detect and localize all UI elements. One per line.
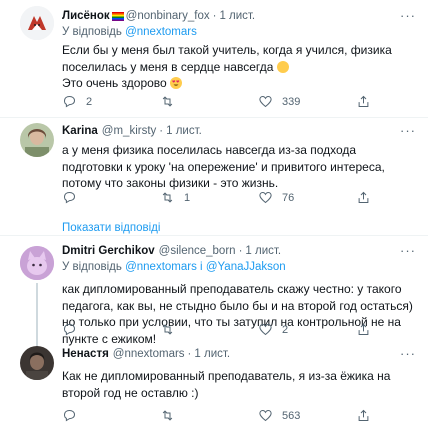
reply-context: У відповідь @nnextomars і @YanaJJakson <box>62 260 416 275</box>
like-button[interactable]: 339 <box>258 94 356 109</box>
like-button[interactable]: 2 <box>258 322 356 337</box>
reply-icon <box>63 95 76 108</box>
nenastya-avatar-image <box>20 346 54 380</box>
share-button[interactable] <box>356 190 380 205</box>
reply-context: У відповідь @nnextomars <box>62 25 416 40</box>
author-name[interactable]: Лисёнок <box>62 9 110 24</box>
heart-icon <box>259 409 272 422</box>
tweet-text: Если бы у меня был такой учитель, когда … <box>62 42 416 92</box>
separator-dot: · <box>238 245 243 257</box>
author-name[interactable]: Karina <box>62 124 98 139</box>
share-icon <box>358 191 369 203</box>
author-handle[interactable]: @nnextomars <box>113 347 185 362</box>
retweet-count: 1 <box>184 191 191 204</box>
retweet-icon <box>162 192 173 203</box>
thread-connector <box>36 283 38 347</box>
tweet-text: Как не дипломированный преподаватель, я … <box>62 369 391 400</box>
heart-icon <box>259 191 272 204</box>
like-count: 563 <box>282 409 301 422</box>
timestamp[interactable]: 1 лист. <box>194 347 230 362</box>
author-handle[interactable]: @nonbinary_fox <box>126 9 210 24</box>
timestamp[interactable]: 1 лист. <box>245 244 281 259</box>
share-icon <box>358 409 369 421</box>
avatar[interactable] <box>20 123 54 157</box>
tweet-2[interactable]: Karina @m_kirsty · 1 лист. ··· а у меня … <box>0 118 428 240</box>
retweet-button[interactable] <box>160 94 258 109</box>
fox-avatar-image <box>20 6 54 40</box>
avatar[interactable] <box>20 6 54 40</box>
rainbow-flag-icon <box>111 12 124 21</box>
tweet-header: Ненастя @nnextomars · 1 лист. <box>62 347 416 362</box>
reply-icon <box>63 323 76 336</box>
karina-avatar-image <box>20 123 54 157</box>
tweet-1[interactable]: Лисёнок @nonbinary_fox · 1 лист. ··· У в… <box>0 0 428 117</box>
heart-eyes-emoji-icon <box>170 76 183 90</box>
avatar[interactable] <box>20 346 54 380</box>
retweet-icon <box>162 324 173 335</box>
tweet-3[interactable]: Dmitri Gerchikov @silence_born · 1 лист.… <box>0 236 428 347</box>
reply-button[interactable]: 2 <box>62 94 160 109</box>
retweet-button[interactable] <box>160 322 258 337</box>
share-icon <box>358 323 369 335</box>
share-button[interactable] <box>356 322 380 337</box>
like-count: 2 <box>282 323 289 336</box>
reply-conjunction: і <box>200 261 203 273</box>
avatar[interactable] <box>20 246 54 280</box>
reply-mention[interactable]: @nnextomars <box>125 26 197 38</box>
reply-mention[interactable]: @nnextomars <box>125 261 197 273</box>
tweet-text: как дипломированный преподаватель скажу … <box>62 282 413 346</box>
more-options-icon[interactable]: ··· <box>400 347 416 360</box>
show-replies-link[interactable]: Показати відповіді <box>62 222 160 234</box>
like-button[interactable]: 76 <box>258 190 356 205</box>
heart-icon <box>259 95 272 108</box>
separator-dot: · <box>159 125 164 137</box>
like-count: 76 <box>282 191 295 204</box>
separator-dot: · <box>212 10 217 22</box>
reply-button[interactable] <box>62 408 160 423</box>
retweet-icon <box>162 410 173 421</box>
separator-dot: · <box>187 348 192 360</box>
reply-prefix: У відповідь <box>62 261 122 273</box>
timestamp[interactable]: 1 лист. <box>219 9 255 24</box>
reply-count: 2 <box>86 95 93 108</box>
dmitri-avatar-image <box>20 246 54 280</box>
more-options-icon[interactable]: ··· <box>400 9 416 22</box>
retweet-icon <box>162 96 173 107</box>
author-handle[interactable]: @silence_born <box>159 244 236 259</box>
reply-prefix: У відповідь <box>62 26 122 38</box>
reply-icon <box>63 409 76 422</box>
tweet-4[interactable]: Ненастя @nnextomars · 1 лист. ··· Как не… <box>0 346 428 435</box>
more-options-icon[interactable]: ··· <box>400 244 416 257</box>
share-button[interactable] <box>356 408 380 423</box>
tweet-text: а у меня физика поселилась навсегда из-з… <box>62 143 385 190</box>
tweet-text-line1: Если бы у меня был такой учитель, когда … <box>62 43 392 74</box>
retweet-button[interactable]: 1 <box>160 190 258 205</box>
heart-icon <box>259 323 272 336</box>
more-options-icon[interactable]: ··· <box>400 124 416 137</box>
smiling-face-emoji-icon <box>276 60 289 73</box>
tweet-text-line2: Это очень здорово <box>62 76 167 90</box>
author-handle[interactable]: @m_kirsty <box>102 124 156 139</box>
share-icon <box>358 95 369 107</box>
tweet-header: Лисёнок @nonbinary_fox · 1 лист. <box>62 9 416 24</box>
tweet-header: Karina @m_kirsty · 1 лист. <box>62 124 416 139</box>
like-button[interactable]: 563 <box>258 408 356 423</box>
author-name[interactable]: Ненастя <box>62 347 109 362</box>
retweet-button[interactable] <box>160 408 258 423</box>
tweet-header: Dmitri Gerchikov @silence_born · 1 лист. <box>62 244 416 259</box>
like-count: 339 <box>282 95 301 108</box>
share-button[interactable] <box>356 94 380 109</box>
timestamp[interactable]: 1 лист. <box>166 124 202 139</box>
reply-mention-2[interactable]: @YanaJJakson <box>206 261 286 273</box>
author-name[interactable]: Dmitri Gerchikov <box>62 244 155 259</box>
reply-button[interactable] <box>62 322 160 337</box>
reply-icon <box>63 191 76 204</box>
reply-button[interactable] <box>62 190 160 205</box>
